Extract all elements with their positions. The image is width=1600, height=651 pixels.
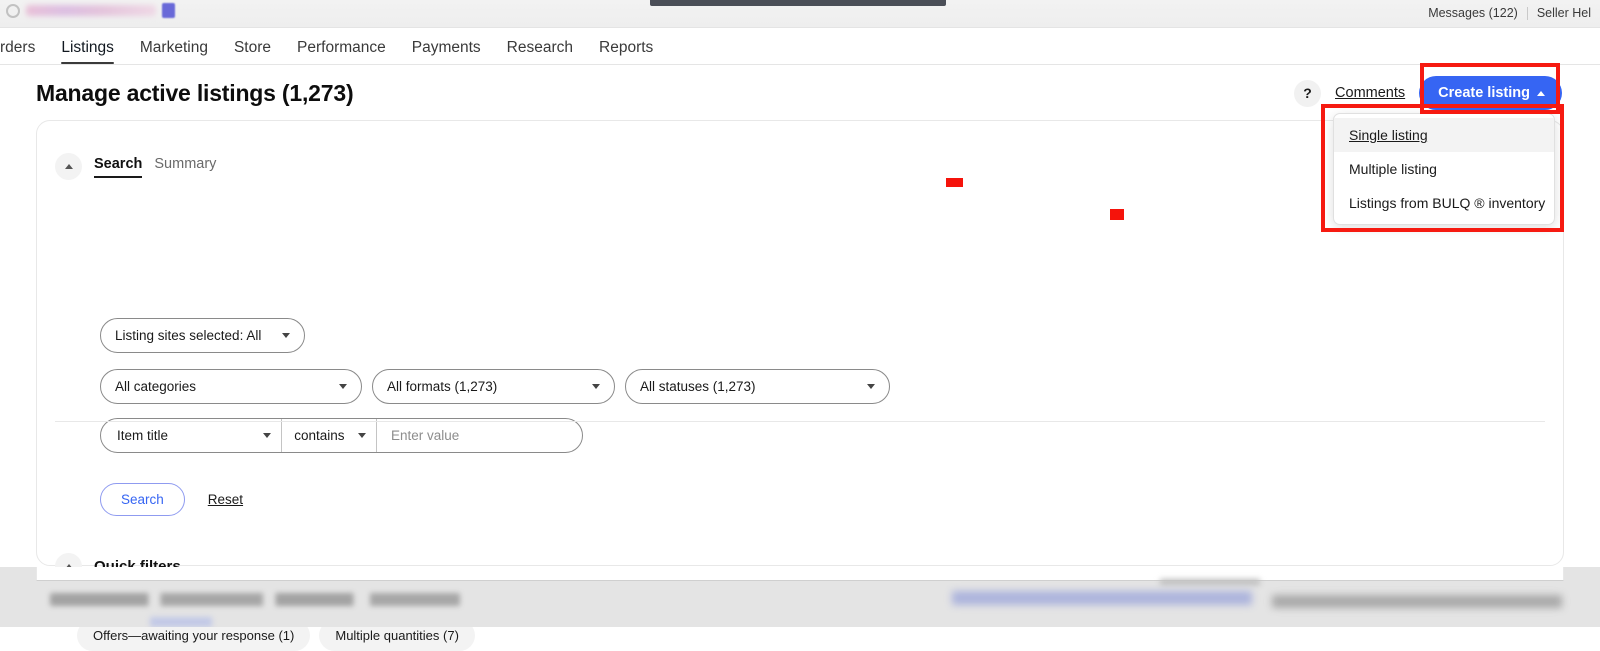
criteria-operator-select[interactable]: contains [282, 419, 377, 452]
status-select-label: All statuses (1,273) [640, 379, 756, 394]
listing-sites-select-label: Listing sites selected: All [115, 328, 262, 343]
search-button[interactable]: Search [100, 483, 185, 516]
criteria-operator-label: contains [294, 428, 345, 443]
criteria-field-label: Item title [117, 428, 169, 443]
header-actions: ? Comments Create listing [1294, 76, 1592, 110]
red-mark-1 [946, 178, 963, 187]
faint-line-blurred [1160, 579, 1260, 585]
format-select[interactable]: All formats (1,273) [372, 369, 615, 404]
seller-help-link[interactable]: Seller Hel [1528, 6, 1600, 20]
create-listing-button[interactable]: Create listing [1419, 76, 1562, 110]
create-listing-button-label: Create listing [1438, 85, 1530, 101]
messages-link[interactable]: Messages (122) [1419, 6, 1527, 20]
chevron-down-icon [339, 384, 347, 389]
menu-item-multiple-listing[interactable]: Multiple listing [1334, 152, 1554, 186]
brand-text-blurred [26, 5, 156, 16]
search-section-header: Search Summary [55, 153, 216, 180]
card-bottom-edge [36, 567, 1564, 581]
nav-tab-listings[interactable]: Listings [48, 39, 127, 65]
nav-tab-research[interactable]: Research [494, 39, 586, 65]
gray-content-blurred [1272, 595, 1562, 608]
page-title: Manage active listings (1,273) [36, 79, 354, 106]
menu-item-label: Single listing [1349, 127, 1428, 143]
brand-circle-icon [6, 3, 20, 18]
chevron-down-icon [867, 384, 875, 389]
nav-tab-store[interactable]: Store [221, 39, 284, 65]
tab-summary[interactable]: Summary [154, 156, 216, 178]
menu-item-label: Listings from BULQ ® inventory [1349, 195, 1546, 211]
criteria-field-select[interactable]: Item title [101, 419, 283, 452]
nav-tab-performance[interactable]: Performance [284, 39, 399, 65]
listing-sites-select[interactable]: Listing sites selected: All [100, 318, 305, 353]
search-section-collapse-toggle[interactable] [55, 153, 82, 180]
criteria-value-input[interactable] [377, 419, 582, 452]
category-select-label: All categories [115, 379, 197, 394]
primary-navigation: rders Listings Marketing Store Performan… [0, 28, 1600, 65]
create-listing-dropdown-menu: Single listing Multiple listing Listings… [1333, 113, 1555, 225]
status-select[interactable]: All statuses (1,273) [625, 369, 890, 404]
chevron-up-icon [1537, 90, 1545, 96]
page-header: Manage active listings (1,273) ? Comment… [0, 66, 1600, 120]
card-divider [55, 421, 1545, 422]
nav-tab-orders[interactable]: rders [0, 39, 48, 65]
blue-hint-blurred [150, 617, 212, 627]
category-select[interactable]: All categories [100, 369, 362, 404]
menu-item-single-listing[interactable]: Single listing [1334, 118, 1554, 152]
chevron-down-icon [592, 384, 600, 389]
menu-item-label: Multiple listing [1349, 161, 1437, 177]
browser-tab-stub [650, 0, 946, 6]
nav-tab-payments[interactable]: Payments [399, 39, 494, 65]
nav-tab-reports[interactable]: Reports [586, 39, 666, 65]
search-actions: Search Reset [100, 483, 243, 516]
format-select-label: All formats (1,273) [387, 379, 498, 394]
results-text-blurred [50, 593, 460, 606]
filters-row: All categories All formats (1,273) All s… [100, 369, 890, 404]
search-criteria-group: Item title contains [100, 418, 583, 453]
chevron-up-icon [64, 164, 73, 169]
red-mark-2 [1110, 209, 1124, 220]
nav-tab-marketing[interactable]: Marketing [127, 39, 221, 65]
brand-area-obscured [6, 3, 175, 18]
browser-top-bar: Messages (122) Seller Hel [0, 0, 1600, 28]
top-right-links: Messages (122) Seller Hel [1419, 6, 1600, 20]
brand-badge-icon [162, 3, 175, 18]
chevron-down-icon [358, 433, 366, 438]
chevron-down-icon [282, 333, 290, 338]
blue-content-blurred [952, 591, 1252, 605]
menu-item-listings-from-bulq[interactable]: Listings from BULQ ® inventory [1334, 186, 1554, 220]
question-mark-icon[interactable]: ? [1294, 79, 1322, 107]
reset-link[interactable]: Reset [208, 492, 243, 507]
comments-link[interactable]: Comments [1335, 85, 1405, 101]
chevron-down-icon [263, 433, 272, 438]
page-bottom-blurred-region [0, 567, 1600, 627]
tab-search[interactable]: Search [94, 156, 143, 178]
